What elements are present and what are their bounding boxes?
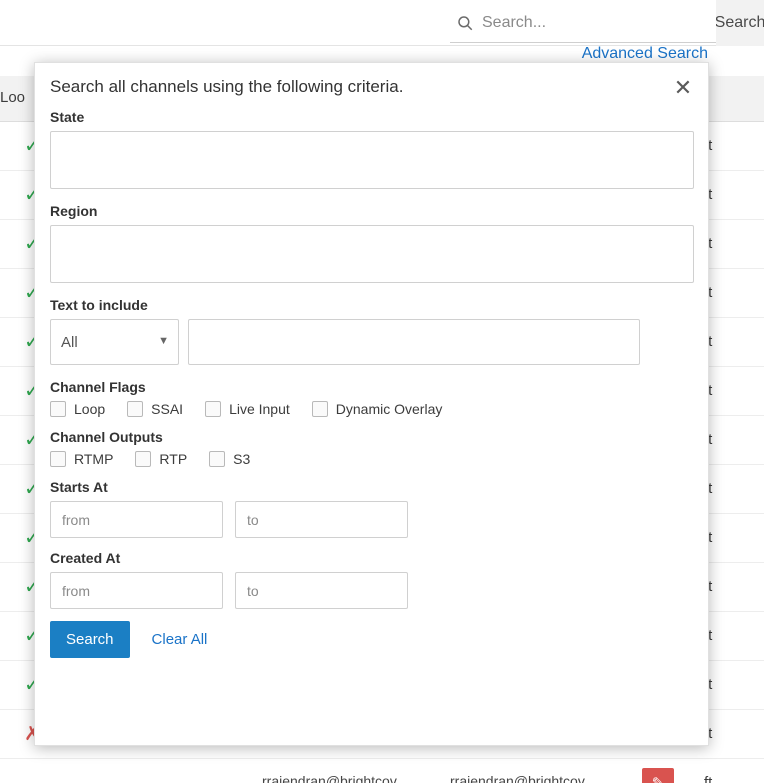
search-button[interactable]: Search [716, 0, 764, 46]
modal-title: Search all channels using the following … [50, 77, 403, 97]
text-to-include-select[interactable]: All ▼ [50, 319, 179, 365]
search-input-placeholder[interactable]: Search... [482, 14, 546, 32]
checkbox-box[interactable] [209, 451, 225, 467]
column-header-loop[interactable]: Loo [0, 89, 25, 106]
checkbox-s3[interactable]: S3 [209, 451, 250, 467]
close-icon[interactable]: ✕ [670, 75, 696, 101]
app-root: Search... Search Advanced Search Loo ✓ft… [0, 0, 764, 783]
created-at-to-input[interactable]: to [235, 572, 408, 609]
search-box[interactable]: Search... [450, 3, 716, 43]
checkbox-box[interactable] [50, 451, 66, 467]
checkbox-box[interactable] [135, 451, 151, 467]
status-badge: ✎ [642, 768, 674, 783]
advanced-search-modal: Search all channels using the following … [34, 62, 709, 746]
starts-at-row: from to [50, 501, 695, 538]
starts-at-from-input[interactable]: from [50, 501, 223, 538]
top-bar: Search... Search [0, 0, 764, 46]
checkbox-rtp[interactable]: RTP [135, 451, 187, 467]
created-at-from-input[interactable]: from [50, 572, 223, 609]
text-to-include-input[interactable] [188, 319, 640, 365]
checkbox-label: Loop [74, 401, 105, 417]
created-at-label: Created At [50, 550, 695, 566]
checkbox-box[interactable] [205, 401, 221, 417]
channel-outputs-group: RTMP RTP S3 [50, 451, 695, 467]
checkbox-box[interactable] [312, 401, 328, 417]
checkbox-dynamic-overlay[interactable]: Dynamic Overlay [312, 401, 443, 417]
channel-outputs-label: Channel Outputs [50, 429, 695, 445]
checkbox-ssai[interactable]: SSAI [127, 401, 183, 417]
checkbox-label: S3 [233, 451, 250, 467]
advanced-search-link[interactable]: Advanced Search [582, 45, 708, 63]
text-to-include-select-value: All [61, 334, 78, 351]
checkbox-live-input[interactable]: Live Input [205, 401, 290, 417]
checkbox-label: RTP [159, 451, 187, 467]
modal-body: State Region Text to include All ▼ Chann… [35, 109, 710, 747]
checkbox-box[interactable] [50, 401, 66, 417]
checkbox-label: Live Input [229, 401, 290, 417]
state-label: State [50, 109, 695, 125]
search-icon [454, 12, 476, 34]
checkbox-loop[interactable]: Loop [50, 401, 105, 417]
clear-all-button[interactable]: Clear All [152, 631, 208, 648]
checkbox-label: RTMP [74, 451, 113, 467]
table-row[interactable]: rrajendran@brightcov... rrajendran@brigh… [0, 759, 764, 783]
checkbox-box[interactable] [127, 401, 143, 417]
chevron-down-icon: ▼ [158, 335, 169, 347]
search-submit-button[interactable]: Search [50, 621, 130, 658]
modal-actions: Search Clear All [50, 621, 695, 658]
text-to-include-label: Text to include [50, 297, 695, 313]
region-label: Region [50, 203, 695, 219]
starts-at-label: Starts At [50, 479, 695, 495]
channel-flags-label: Channel Flags [50, 379, 695, 395]
checkbox-label: SSAI [151, 401, 183, 417]
pencil-icon: ✎ [652, 774, 665, 783]
channel-flags-group: Loop SSAI Live Input Dynamic Overlay [50, 401, 695, 417]
created-at-row: from to [50, 572, 695, 609]
region-input[interactable] [50, 225, 694, 283]
starts-at-to-input[interactable]: to [235, 501, 408, 538]
checkbox-label: Dynamic Overlay [336, 401, 443, 417]
row-updated-by: rrajendran@brightcov... [450, 773, 595, 783]
row-right-text: ft [704, 774, 712, 783]
row-created-by: rrajendran@brightcov... [262, 773, 407, 783]
state-input[interactable] [50, 131, 694, 189]
text-to-include-row: All ▼ [50, 319, 695, 365]
checkbox-rtmp[interactable]: RTMP [50, 451, 113, 467]
